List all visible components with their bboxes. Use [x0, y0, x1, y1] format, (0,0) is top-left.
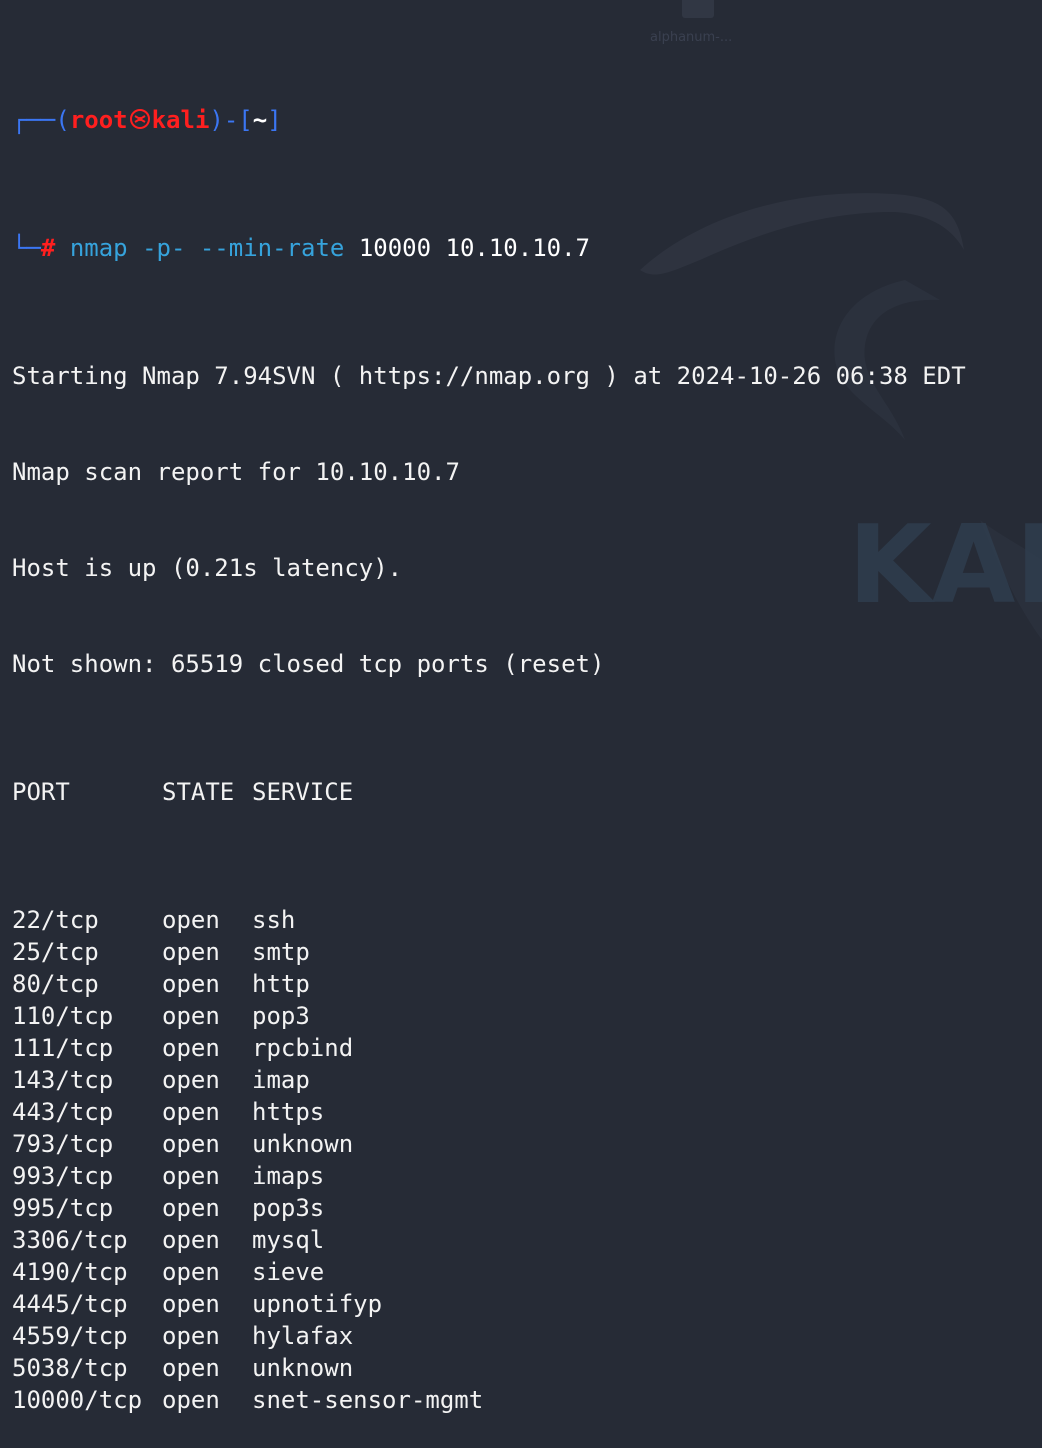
port-row: 10000/tcp open snet-sensor-mgmt — [12, 1384, 966, 1416]
port-port: 22/tcp — [12, 906, 99, 934]
port-port: 995/tcp — [12, 1194, 114, 1222]
port-state: open — [162, 970, 220, 998]
port-state: open — [162, 1162, 220, 1190]
port-service: https — [252, 1098, 325, 1126]
port-service: pop3 — [252, 1002, 310, 1030]
output-host: Host is up (0.21s latency). — [12, 554, 403, 582]
header-port: PORT — [12, 778, 70, 806]
port-state: open — [162, 1290, 220, 1318]
port-service: http — [252, 970, 310, 998]
port-port: 4190/tcp — [12, 1258, 128, 1286]
port-service: imap — [252, 1066, 310, 1094]
header-service: SERVICE — [252, 778, 354, 806]
port-service: snet-sensor-mgmt — [252, 1386, 484, 1414]
port-row: 443/tcp open https — [12, 1096, 966, 1128]
port-port: 3306/tcp — [12, 1226, 128, 1254]
port-state: open — [162, 1066, 220, 1094]
header-state: STATE — [162, 778, 235, 806]
port-state: open — [162, 1226, 220, 1254]
port-state: open — [162, 1002, 220, 1030]
port-port: 25/tcp — [12, 938, 99, 966]
prompt-frame-top: ┌── — [12, 106, 56, 134]
port-port: 143/tcp — [12, 1066, 114, 1094]
port-state: open — [162, 1034, 220, 1062]
port-service: pop3s — [252, 1194, 325, 1222]
command-name: nmap — [69, 234, 128, 262]
port-row: 3306/tcp open mysql — [12, 1224, 966, 1256]
ports-header: PORT STATE SERVICE — [12, 776, 966, 808]
port-state: open — [162, 1194, 220, 1222]
port-row: 4559/tcp open hylafax — [12, 1320, 966, 1352]
port-service: upnotifyp — [252, 1290, 383, 1318]
port-service: sieve — [252, 1258, 325, 1286]
port-row: 25/tcp open smtp — [12, 936, 966, 968]
port-row: 80/tcp open http — [12, 968, 966, 1000]
prompt-frame-bottom: └─ — [12, 234, 41, 262]
port-row: 793/tcp open unknown — [12, 1128, 966, 1160]
port-row: 5038/tcp open unknown — [12, 1352, 966, 1384]
command-flags: -p- --min-rate — [142, 234, 345, 262]
port-service: imaps — [252, 1162, 325, 1190]
prompt-user: root — [69, 106, 128, 134]
prompt-host: kali — [151, 106, 210, 134]
port-port: 4445/tcp — [12, 1290, 128, 1318]
port-state: open — [162, 938, 220, 966]
port-port: 80/tcp — [12, 970, 99, 998]
port-service: unknown — [252, 1130, 354, 1158]
port-state: open — [162, 1386, 220, 1414]
port-row: 993/tcp open imaps — [12, 1160, 966, 1192]
output-not-shown: Not shown: 65519 closed tcp ports (reset… — [12, 650, 605, 678]
output-report: Nmap scan report for 10.10.10.7 — [12, 458, 460, 486]
port-port: 111/tcp — [12, 1034, 114, 1062]
port-state: open — [162, 1130, 220, 1158]
port-state: open — [162, 1258, 220, 1286]
port-port: 993/tcp — [12, 1162, 114, 1190]
prompt-line-1: ┌──(root kali)-[~] — [12, 106, 282, 134]
prompt-dir: ~ — [252, 106, 268, 134]
port-port: 793/tcp — [12, 1130, 114, 1158]
port-state: open — [162, 1354, 220, 1382]
port-row: 111/tcp open rpcbind — [12, 1032, 966, 1064]
port-port: 5038/tcp — [12, 1354, 128, 1382]
kali-skull-icon — [129, 109, 150, 129]
port-service: mysql — [252, 1226, 325, 1254]
port-row: 110/tcp open pop3 — [12, 1000, 966, 1032]
port-row: 22/tcp open ssh — [12, 904, 966, 936]
port-row: 995/tcp open pop3s — [12, 1192, 966, 1224]
prompt-symbol: # — [40, 234, 56, 262]
port-state: open — [162, 906, 220, 934]
port-service: rpcbind — [252, 1034, 354, 1062]
port-state: open — [162, 1098, 220, 1126]
port-row: 4445/tcp open upnotifyp — [12, 1288, 966, 1320]
ports-table: 22/tcp open ssh 25/tcp open smtp 80/tcp open htt… — [12, 904, 966, 1416]
command-args: 10000 10.10.10.7 — [358, 234, 590, 262]
port-state: open — [162, 1322, 220, 1350]
prompt-line-2: └─# nmap -p- --min-rate 10000 10.10.10.7 — [12, 232, 966, 264]
port-row: 143/tcp open imap — [12, 1064, 966, 1096]
port-service: unknown — [252, 1354, 354, 1382]
terminal-output[interactable]: ┌──(root kali)-[~] └─# nmap -p- --min-rat… — [12, 8, 966, 1448]
port-row: 4190/tcp open sieve — [12, 1256, 966, 1288]
port-port: 443/tcp — [12, 1098, 114, 1126]
port-port: 10000/tcp — [12, 1386, 143, 1414]
port-service: ssh — [252, 906, 296, 934]
output-start: Starting Nmap 7.94SVN ( https://nmap.org… — [12, 362, 966, 390]
port-service: smtp — [252, 938, 310, 966]
port-port: 110/tcp — [12, 1002, 114, 1030]
port-port: 4559/tcp — [12, 1322, 128, 1350]
port-service: hylafax — [252, 1322, 354, 1350]
